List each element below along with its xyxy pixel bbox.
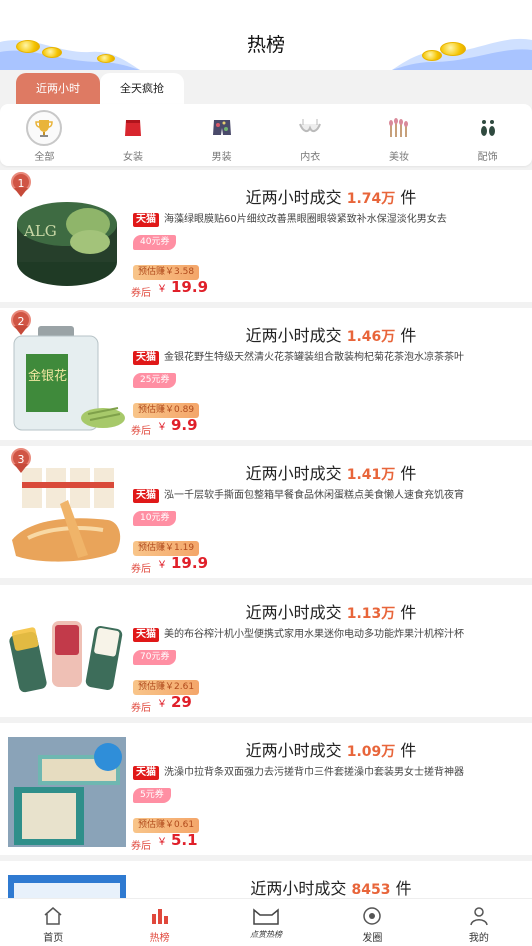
rank-badge: 2: [11, 310, 33, 336]
product-image[interactable]: 金银花: [8, 322, 126, 432]
after-coupon-label: 券后: [131, 288, 151, 299]
product-title[interactable]: 美的布谷榨汁机小型便携式家用水果迷你电动多功能炸果汁机榨汁杯: [164, 627, 519, 643]
sales-headline: 近两小时成交 1.46万 件: [245, 326, 417, 345]
category-makeup[interactable]: 美妆: [369, 110, 429, 163]
shorts-icon: [204, 110, 240, 146]
after-coupon-label: 券后: [131, 841, 151, 852]
category-label: 全部: [34, 152, 55, 163]
time-tabs: 近两小时 全天疯抢: [16, 73, 184, 105]
price: ￥ 19.9: [157, 554, 209, 572]
category-accessories[interactable]: 配饰: [458, 110, 518, 163]
sales-headline: 近两小时成交 1.74万 件: [245, 188, 417, 207]
coupon-badge[interactable]: 5元券: [133, 788, 171, 803]
sales-headline: 近两小时成交 8453 件: [250, 879, 412, 898]
product-image[interactable]: [8, 737, 126, 847]
product-card[interactable]: 金银花 2 近两小时成交 1.46万 件 天猫 金银花野生特级天然清火花茶罐装组…: [0, 308, 532, 440]
after-coupon-label: 券后: [131, 426, 151, 437]
product-title[interactable]: 海藻绿眼膜贴60片细纹改善黑眼圈眼袋紧致补水保湿淡化男女去: [164, 212, 519, 228]
product-title[interactable]: 金银花野生特级天然清火花茶罐装组合散装枸杞菊花茶泡水凉茶茶叶: [164, 350, 519, 366]
user-icon: [426, 905, 532, 927]
nav-mine[interactable]: 我的: [426, 899, 532, 946]
makeup-brush-icon: [381, 110, 417, 146]
tmall-tag: 天猫: [133, 628, 159, 642]
page-title: 热榜: [246, 34, 285, 56]
tab-all-day[interactable]: 全天疯抢: [100, 73, 184, 105]
rank-badge: 1: [11, 172, 33, 198]
price: ￥ 19.9: [157, 278, 209, 296]
product-image[interactable]: [8, 599, 126, 709]
price: ￥ 9.9: [157, 416, 198, 434]
bra-icon: [292, 110, 328, 146]
price: ￥ 5.1: [157, 831, 198, 849]
nav-hot-list[interactable]: 热榜: [106, 899, 212, 946]
sales-headline: 近两小时成交 1.13万 件: [245, 603, 417, 622]
category-label: 女装: [122, 152, 143, 163]
coupon-badge[interactable]: 70元券: [133, 650, 177, 665]
earrings-icon: [470, 110, 506, 146]
sales-headline: 近两小时成交 1.41万 件: [245, 464, 417, 483]
coupon-badge[interactable]: 25元券: [133, 373, 177, 388]
product-card[interactable]: 近两小时成交 1.13万 件 天猫 美的布谷榨汁机小型便携式家用水果迷你电动多功…: [0, 585, 532, 717]
red-dress-icon: [115, 110, 151, 146]
image-jar-label: 金银花: [28, 368, 67, 384]
hot-chart-icon: [106, 905, 212, 927]
nav-moments[interactable]: 发圈: [319, 899, 425, 946]
category-label: 内衣: [300, 152, 321, 163]
product-title[interactable]: 泓一千层软手撕面包整箱早餐食品休闲蛋糕点美食懒人速食充饥夜宵: [164, 488, 519, 504]
tab-recent-two-hours[interactable]: 近两小时: [16, 73, 100, 105]
after-coupon-label: 券后: [131, 564, 151, 575]
product-title[interactable]: 洗澡巾拉背条双面强力去污搓背巾三件套搓澡巾套装男女士搓背神器: [164, 765, 519, 781]
price: ￥ 29: [157, 693, 192, 711]
cat-logo-icon: [213, 905, 319, 927]
product-image[interactable]: [8, 460, 126, 570]
product-card[interactable]: 近两小时成交 1.09万 件 天猫 洗澡巾拉背条双面强力去污搓背巾三件套搓澡巾套…: [0, 723, 532, 855]
trophy-icon: [26, 110, 63, 146]
category-all[interactable]: 全部: [14, 110, 74, 163]
product-image[interactable]: ALG: [8, 184, 126, 294]
sales-headline: 近两小时成交 1.09万 件: [245, 741, 417, 760]
rank-badge: 3: [11, 448, 33, 474]
category-underwear[interactable]: 内衣: [280, 110, 340, 163]
tmall-tag: 天猫: [133, 351, 159, 365]
after-coupon-label: 券后: [131, 703, 151, 714]
product-card[interactable]: ALG 1 近两小时成交 1.74万 件 天猫 海藻绿眼膜贴60片细纹改善黑眼圈…: [0, 170, 532, 302]
bottom-nav: 首页 热榜 点赏热榜 发圈 我的: [0, 898, 532, 946]
home-icon: [0, 905, 106, 927]
category-bar: 全部 女装 男装 内衣 美妆 配饰: [0, 104, 532, 166]
category-label: 男装: [211, 152, 232, 163]
category-label: 美妆: [388, 152, 409, 163]
coupon-badge[interactable]: 10元券: [133, 511, 177, 526]
hot-list-page: 热榜 近两小时 全天疯抢 全部 女装 男装 内衣 美妆 配饰 ALG 1 近两小…: [0, 0, 532, 946]
nav-home[interactable]: 首页: [0, 899, 106, 946]
nav-cat-logo[interactable]: 点赏热榜: [213, 899, 319, 946]
tmall-tag: 天猫: [133, 766, 159, 780]
tmall-tag: 天猫: [133, 213, 159, 227]
category-label: 配饰: [477, 152, 498, 163]
header: 热榜: [0, 0, 532, 70]
category-men[interactable]: 男装: [192, 110, 252, 163]
tmall-tag: 天猫: [133, 489, 159, 503]
camera-icon: [319, 905, 425, 927]
category-women[interactable]: 女装: [103, 110, 163, 163]
image-brand-text: ALG: [23, 222, 57, 240]
product-card[interactable]: 3 近两小时成交 1.41万 件 天猫 泓一千层软手撕面包整箱早餐食品休闲蛋糕点…: [0, 446, 532, 578]
coupon-badge[interactable]: 40元券: [133, 235, 177, 250]
